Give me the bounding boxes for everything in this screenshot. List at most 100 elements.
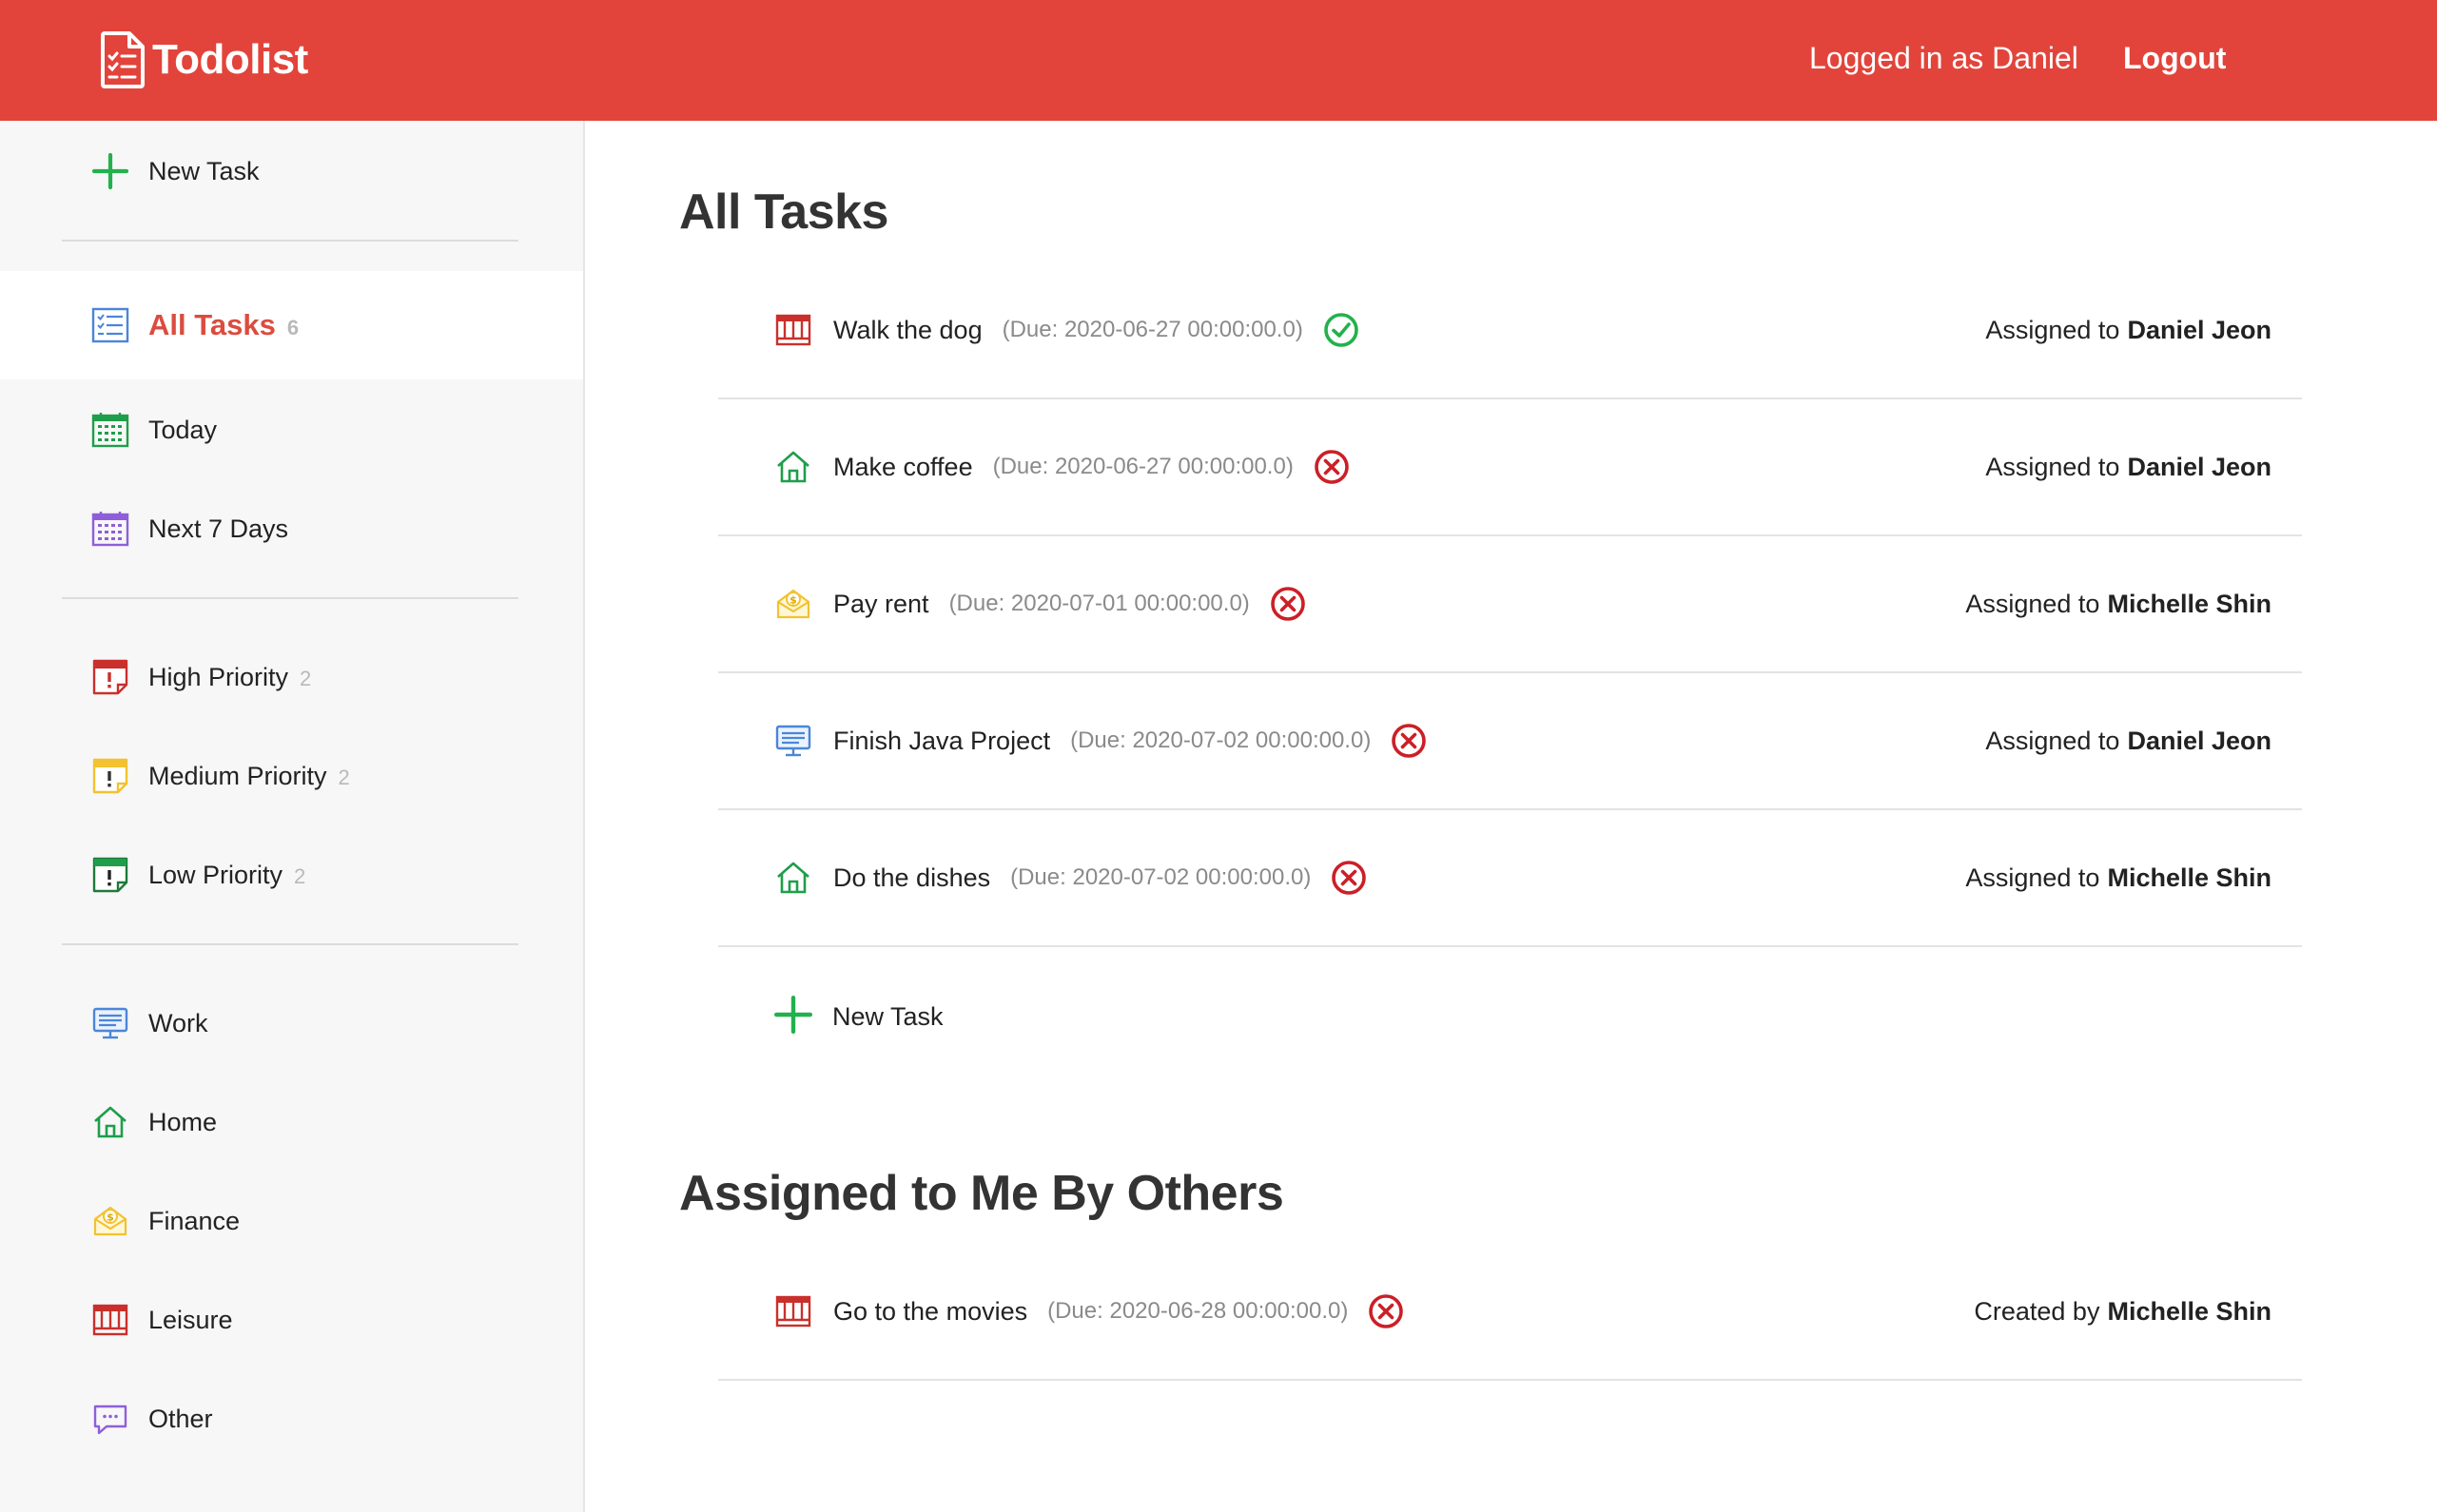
task-assignee: Assigned to Michelle Shin [1965, 810, 2271, 945]
sidebar-item-label: All Tasks 6 [148, 308, 299, 342]
plus-icon [773, 995, 813, 1039]
sidebar-item-label: Leisure [148, 1305, 233, 1334]
sidebar-divider [62, 240, 518, 242]
money-envelope-icon [90, 1201, 130, 1241]
x-circle-icon[interactable] [1330, 859, 1368, 897]
all-tasks-heading: All Tasks [679, 184, 888, 240]
sidebar-divider [62, 943, 518, 945]
monitor-icon [773, 721, 813, 761]
task-info: Make coffee (Due: 2020-06-27 00:00:00.0) [833, 399, 1351, 534]
check-circle-icon[interactable] [1322, 311, 1360, 349]
monitor-icon [90, 1003, 130, 1043]
new-task-label: New Task [832, 1001, 944, 1031]
creator-name: Michelle Shin [2107, 1296, 2271, 1326]
high-priority-label: High Priority [148, 662, 289, 691]
checklist-icon [90, 305, 130, 345]
task-name[interactable]: Go to the movies [833, 1297, 1027, 1327]
logged-in-label: Logged in as Daniel [1809, 41, 2078, 75]
house-icon [90, 1102, 130, 1142]
sidebar-item-low-priority[interactable]: Low Priority 2 [0, 837, 583, 913]
theater-icon [773, 310, 813, 350]
sidebar-new-task-label: New Task [148, 156, 260, 185]
all-tasks-label: All Tasks [148, 308, 276, 341]
assignee-name: Michelle Shin [2107, 589, 2271, 618]
sidebar-item-high-priority[interactable]: High Priority 2 [0, 639, 583, 715]
sidebar-item-label: Low Priority 2 [148, 861, 305, 890]
sidebar-item-all-tasks[interactable]: All Tasks 6 [0, 271, 583, 379]
sidebar-item-label: Work [148, 1008, 208, 1037]
task-info: Walk the dog (Due: 2020-06-27 00:00:00.0… [833, 262, 1360, 397]
task-due-date: (Due: 2020-06-27 00:00:00.0) [1002, 317, 1303, 342]
logout-button[interactable]: Logout [2123, 41, 2226, 76]
task-row[interactable]: Pay rent (Due: 2020-07-01 00:00:00.0) As… [718, 536, 2302, 673]
medium-priority-count: 2 [338, 765, 350, 789]
task-row[interactable]: Go to the movies (Due: 2020-06-28 00:00:… [718, 1244, 2302, 1381]
sidebar-item-label: Medium Priority 2 [148, 762, 350, 791]
app-logo[interactable]: Todolist [99, 29, 308, 91]
sidebar-item-next-7-days[interactable]: Next 7 Days [0, 491, 583, 567]
sidebar-item-label: Next 7 Days [148, 514, 289, 543]
theater-icon [773, 1291, 813, 1331]
task-row[interactable]: Walk the dog (Due: 2020-06-27 00:00:00.0… [718, 262, 2302, 399]
task-assignee: Assigned to Michelle Shin [1965, 536, 2271, 671]
task-creator: Created by Michelle Shin [1974, 1244, 2271, 1379]
task-name[interactable]: Do the dishes [833, 863, 990, 893]
x-circle-icon[interactable] [1269, 585, 1307, 623]
assign-prefix: Assigned to [1985, 452, 2120, 481]
assignee-name: Daniel Jeon [2127, 726, 2271, 755]
sidebar-item-label: Today [148, 415, 218, 444]
task-info: Finish Java Project (Due: 2020-07-02 00:… [833, 673, 1428, 808]
task-name[interactable]: Make coffee [833, 453, 973, 482]
sidebar-item-work[interactable]: Work [0, 985, 583, 1061]
task-info: Do the dishes (Due: 2020-07-02 00:00:00.… [833, 810, 1368, 945]
low-priority-icon [90, 855, 130, 895]
assigned-to-me-heading: Assigned to Me By Others [679, 1166, 1284, 1221]
low-priority-label: Low Priority [148, 860, 283, 889]
task-name[interactable]: Walk the dog [833, 316, 983, 345]
task-assignee: Assigned to Daniel Jeon [1985, 262, 2271, 397]
task-assignee: Assigned to Daniel Jeon [1985, 399, 2271, 534]
new-task-button[interactable]: New Task [773, 993, 944, 1040]
medium-priority-icon [90, 756, 130, 796]
task-row[interactable]: Finish Java Project (Due: 2020-07-02 00:… [718, 673, 2302, 810]
house-icon [773, 858, 813, 898]
medium-priority-label: Medium Priority [148, 761, 327, 790]
high-priority-count: 2 [300, 666, 312, 690]
task-due-date: (Due: 2020-07-01 00:00:00.0) [948, 591, 1250, 616]
x-circle-icon[interactable] [1313, 448, 1351, 486]
sidebar-new-task-button[interactable]: New Task [0, 133, 583, 209]
money-envelope-icon [773, 584, 813, 624]
task-due-date: (Due: 2020-07-02 00:00:00.0) [1010, 864, 1312, 890]
sidebar-item-other[interactable]: Other [0, 1381, 583, 1457]
sidebar-item-leisure[interactable]: Leisure [0, 1282, 583, 1358]
sidebar-item-today[interactable]: Today [0, 392, 583, 468]
assign-prefix: Assigned to [1985, 315, 2120, 344]
task-name[interactable]: Finish Java Project [833, 727, 1050, 756]
todolist-logo-icon [101, 31, 145, 88]
assign-prefix: Assigned to [1985, 726, 2120, 755]
sidebar: New Task All Tasks 6 Today Next 7 Days H… [0, 121, 585, 1512]
sidebar-item-label: High Priority 2 [148, 663, 311, 692]
all-tasks-count: 6 [286, 316, 300, 339]
task-assignee: Assigned to Daniel Jeon [1985, 673, 2271, 808]
task-name[interactable]: Pay rent [833, 590, 929, 619]
x-circle-icon[interactable] [1367, 1292, 1405, 1330]
task-row[interactable]: Make coffee (Due: 2020-06-27 00:00:00.0)… [718, 399, 2302, 536]
assignee-name: Daniel Jeon [2127, 315, 2271, 344]
task-row[interactable]: Do the dishes (Due: 2020-07-02 00:00:00.… [718, 810, 2302, 947]
sidebar-item-medium-priority[interactable]: Medium Priority 2 [0, 738, 583, 814]
plus-icon [90, 151, 130, 191]
sidebar-item-home[interactable]: Home [0, 1084, 583, 1160]
x-circle-icon[interactable] [1390, 722, 1428, 760]
assign-prefix: Assigned to [1965, 863, 2100, 892]
high-priority-icon [90, 657, 130, 697]
sidebar-item-label: Other [148, 1404, 213, 1433]
sidebar-item-finance[interactable]: Finance [0, 1183, 583, 1259]
sidebar-divider [62, 597, 518, 599]
task-info: Pay rent (Due: 2020-07-01 00:00:00.0) [833, 536, 1307, 671]
top-bar: Todolist Logged in as Daniel Logout [0, 0, 2437, 121]
task-due-date: (Due: 2020-06-28 00:00:00.0) [1047, 1298, 1349, 1324]
calendar-week-icon [90, 509, 130, 549]
task-due-date: (Due: 2020-07-02 00:00:00.0) [1070, 727, 1372, 753]
task-info: Go to the movies (Due: 2020-06-28 00:00:… [833, 1244, 1405, 1379]
